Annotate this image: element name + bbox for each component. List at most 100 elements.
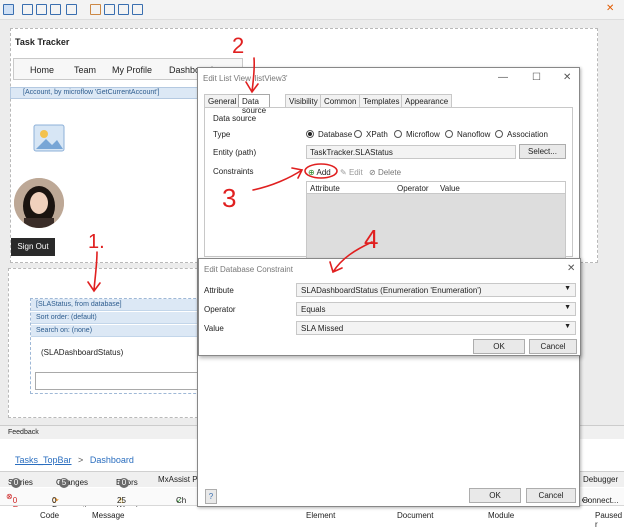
- radio-database[interactable]: [306, 130, 314, 138]
- edit-label: Edit: [348, 168, 363, 177]
- operator-select[interactable]: Equals ▼: [296, 302, 576, 316]
- radio-association[interactable]: [495, 130, 503, 138]
- breadcrumb: Tasks_TopBar > Dashboard: [15, 455, 134, 465]
- grid-icon[interactable]: [50, 4, 61, 15]
- chevron-down-icon: ▼: [564, 285, 571, 292]
- add-label: Add: [316, 168, 331, 177]
- type-nanoflow-label: Nanoflow: [457, 130, 491, 139]
- type-microflow-label: Microflow: [406, 130, 440, 139]
- list-view-search: Search on: (none): [31, 325, 206, 337]
- columns-icon[interactable]: [36, 4, 47, 15]
- type-label: Type: [213, 130, 231, 139]
- changes-badge: 5: [59, 478, 69, 488]
- link-icon[interactable]: [118, 4, 129, 15]
- constraints-grid-header: Attribute Operator Value: [307, 182, 565, 194]
- constraints-grid[interactable]: Attribute Operator Value: [306, 181, 566, 261]
- tab-mxassist[interactable]: MxAssist Pe: [158, 475, 202, 484]
- image-icon[interactable]: [104, 4, 115, 15]
- constraint-cancel-button[interactable]: Cancel: [529, 339, 577, 354]
- edit-constraint-dialog: Edit Database Constraint ✕ Attribute SLA…: [198, 258, 581, 356]
- close-icon[interactable]: ✕: [563, 72, 571, 83]
- nav-item-home[interactable]: Home: [30, 65, 54, 75]
- help-button[interactable]: ?: [205, 489, 217, 504]
- widget-icon[interactable]: [90, 4, 101, 15]
- sign-out-button[interactable]: Sign Out: [11, 238, 55, 256]
- constraint-dialog-title: Edit Database Constraint: [204, 265, 293, 274]
- type-association-label: Association: [507, 130, 548, 139]
- col-code[interactable]: Code: [40, 511, 59, 520]
- pin-icon[interactable]: [132, 4, 143, 15]
- grid-col-value: Value: [440, 184, 460, 193]
- delete-constraint-button[interactable]: ⊘ Delete: [369, 168, 401, 177]
- col-paused[interactable]: Paused r: [595, 511, 624, 529]
- radio-xpath[interactable]: [354, 130, 362, 138]
- connect-label: Connect...: [582, 496, 619, 505]
- value-value: SLA Missed: [301, 324, 344, 333]
- edit-icon: ✎: [340, 168, 347, 177]
- list-view-sort: Sort order: (default): [31, 312, 206, 324]
- select-tool-icon[interactable]: [3, 4, 14, 15]
- operator-label: Operator: [204, 305, 236, 314]
- tab-appearance[interactable]: Appearance: [401, 94, 453, 107]
- tab-templates[interactable]: Templates: [359, 94, 404, 107]
- value-select[interactable]: SLA Missed ▼: [296, 321, 576, 335]
- attribute-value: SLADashboardStatus (Enumeration 'Enumera…: [301, 286, 482, 295]
- entity-path-field[interactable]: TaskTracker.SLAStatus: [306, 145, 516, 159]
- editor-toolbar: ✕: [0, 0, 624, 20]
- cancel-button[interactable]: Cancel: [526, 488, 576, 503]
- nav-item-profile[interactable]: My Profile: [112, 65, 152, 75]
- container-icon[interactable]: [66, 4, 77, 15]
- operator-value: Equals: [301, 305, 326, 314]
- minimize-icon[interactable]: —: [498, 72, 508, 83]
- col-module[interactable]: Module: [488, 511, 514, 520]
- col-document[interactable]: Document: [397, 511, 433, 520]
- constraint-ok-button[interactable]: OK: [473, 339, 525, 354]
- errors-badge: 0: [119, 478, 129, 488]
- add-constraint-button[interactable]: ⊕ Add: [308, 168, 331, 177]
- type-database-label: Database: [318, 130, 353, 139]
- col-message[interactable]: Message: [92, 511, 124, 520]
- radio-nanoflow[interactable]: [445, 130, 453, 138]
- app-title: Task Tracker: [15, 37, 70, 47]
- errors-table-header: Code Message Element Document Module Pau…: [0, 507, 624, 529]
- errors-filter[interactable]: ⊗ 0 Errors: [6, 492, 34, 514]
- value-label: Value: [204, 324, 224, 333]
- tab-general[interactable]: General: [204, 94, 241, 107]
- chevron-down-icon: ▼: [564, 304, 571, 311]
- select-entity-button[interactable]: Select...: [519, 144, 566, 159]
- grid-col-operator: Operator: [397, 184, 429, 193]
- check-label: Ch: [176, 496, 187, 505]
- account-dataview[interactable]: [Account, by microflow 'GetCurrentAccoun…: [10, 87, 210, 99]
- stories-badge: 0: [11, 478, 21, 488]
- tab-debugger[interactable]: Debugger: [583, 475, 618, 484]
- maximize-icon[interactable]: ☐: [532, 72, 541, 83]
- ok-button[interactable]: OK: [469, 488, 521, 503]
- feedback-label: Feedback: [8, 429, 39, 436]
- tab-visibility[interactable]: Visibility: [285, 94, 322, 107]
- layout-icon[interactable]: [22, 4, 33, 15]
- grid-col-attribute: Attribute: [310, 184, 340, 193]
- constraint-close-icon[interactable]: ✕: [567, 263, 575, 274]
- dialog-title: Edit List View 'listView3': [203, 74, 288, 83]
- chevron-down-icon: ▼: [564, 323, 571, 330]
- radio-microflow[interactable]: [394, 130, 402, 138]
- tab-common[interactable]: Common: [320, 94, 361, 107]
- entity-label: Entity (path): [213, 148, 257, 157]
- list-item-input[interactable]: [35, 372, 203, 390]
- nav-item-team[interactable]: Team: [74, 65, 96, 75]
- close-page-icon[interactable]: ✕: [606, 3, 614, 14]
- type-xpath-label: XPath: [366, 130, 388, 139]
- breadcrumb-page[interactable]: Dashboard: [90, 455, 134, 465]
- breadcrumb-root[interactable]: Tasks_TopBar: [15, 455, 72, 465]
- col-element[interactable]: Element: [306, 511, 335, 520]
- breadcrumb-sep: >: [78, 455, 84, 465]
- attribute-select[interactable]: SLADashboardStatus (Enumeration 'Enumera…: [296, 283, 576, 297]
- image-placeholder-icon: [30, 117, 70, 157]
- attribute-label: Attribute: [204, 286, 234, 295]
- tab-data-source[interactable]: Data source: [238, 94, 271, 115]
- delete-icon: ⊘: [369, 168, 376, 177]
- list-item-field: (SLADashboardStatus): [41, 348, 124, 357]
- constraints-label: Constraints: [213, 167, 254, 176]
- delete-label: Delete: [377, 168, 402, 177]
- edit-constraint-button[interactable]: ✎ Edit: [340, 168, 363, 177]
